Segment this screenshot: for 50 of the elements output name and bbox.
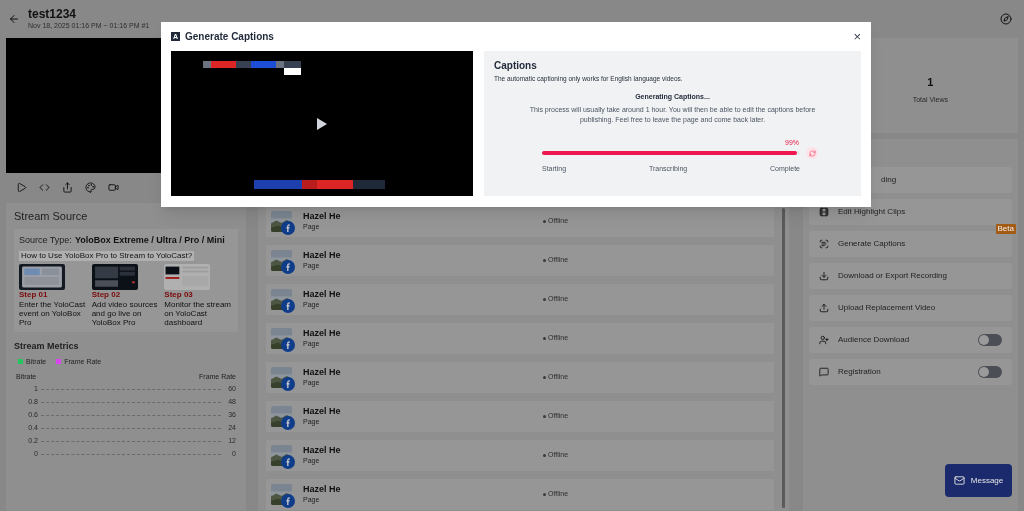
source-type-value: YoloBox Extreme / Ultra / Pro / Mini [74, 234, 225, 247]
mail-icon [953, 475, 965, 486]
download-icon [819, 271, 829, 281]
stat-value: 1 [927, 75, 934, 90]
step-label: Step 03 [164, 289, 194, 300]
play-icon[interactable] [16, 181, 27, 193]
action-button[interactable]: Edit Highlight Clips [809, 199, 1012, 225]
upload-icon [819, 303, 829, 313]
step-description: Enter the YoloCast event on YoloBox Pro [19, 299, 87, 327]
close-button[interactable]: × [853, 30, 861, 43]
destination-name: Hazel He [303, 211, 342, 222]
compass-icon[interactable] [1000, 13, 1012, 25]
step-label: Step 02 [91, 289, 122, 300]
destination-name: Hazel He [303, 250, 342, 261]
destination-name: Hazel He [303, 445, 342, 456]
palette-icon[interactable] [85, 181, 96, 193]
add-user-icon [819, 335, 829, 345]
step-label: Step 01 [19, 289, 49, 300]
panel-title: Captions [494, 60, 538, 72]
toggle-switch[interactable] [978, 334, 1002, 346]
code-icon[interactable] [39, 181, 50, 193]
film-icon [819, 207, 829, 217]
action-button[interactable]: Download or Export Recording [809, 263, 1012, 289]
action-button[interactable]: Generate Captions [809, 231, 1012, 257]
text-scan-icon [819, 239, 829, 249]
destination-name: Hazel He [303, 289, 342, 300]
section-title: Stream Metrics [14, 339, 80, 352]
chat-icon [819, 367, 829, 377]
toggle-label: Registration [838, 366, 882, 378]
back-icon[interactable] [8, 13, 20, 25]
section-title: Stream Source [14, 209, 89, 223]
destination-name: Hazel He [303, 328, 342, 339]
destination-name: Hazel He [303, 367, 342, 378]
beta-badge: Beta [995, 224, 1016, 234]
share-icon[interactable] [62, 181, 73, 193]
destination-name: Hazel He [303, 484, 342, 495]
source-type-label: Source Type: [19, 234, 72, 247]
step-description: Monitor the stream on YoloCast dashboard [164, 299, 233, 327]
action-button[interactable]: Upload Replacement Video [809, 295, 1012, 321]
event-title: test1234 [28, 7, 78, 21]
guide-tag[interactable]: How to Use YoloBox Pro to Stream to YoloCast? [19, 250, 195, 261]
message-button[interactable]: Message [945, 464, 1012, 497]
toggle-switch[interactable] [978, 366, 1002, 378]
destination-name: Hazel He [303, 406, 342, 417]
video-camera-icon[interactable] [108, 181, 119, 193]
play-icon [317, 118, 327, 130]
scrollbar[interactable] [782, 208, 785, 508]
step-description: Add video sources and go live on YoloBox Pro [91, 299, 159, 327]
modal-title: Generate Captions [185, 30, 274, 44]
toggle-label: Audience Download [838, 334, 911, 346]
